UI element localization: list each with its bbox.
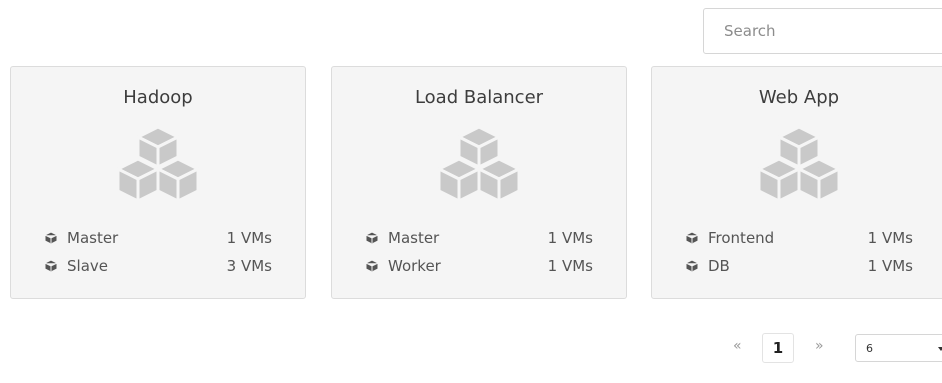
- role-name: Master: [67, 229, 119, 247]
- role-name: Master: [388, 229, 440, 247]
- pagination-next[interactable]: »: [815, 338, 824, 354]
- role-vm-count: 3 VMs: [226, 257, 272, 275]
- pagination-prev[interactable]: «: [733, 338, 742, 354]
- cube-icon: [685, 231, 699, 245]
- pagination-page-1[interactable]: 1: [762, 333, 794, 363]
- role-row: Slave 3 VMs: [44, 255, 272, 277]
- role-row: Worker 1 VMs: [365, 255, 593, 277]
- caret-down-icon: [938, 347, 942, 351]
- cube-icon: [365, 259, 379, 273]
- role-vm-count: 1 VMs: [547, 229, 593, 247]
- role-vm-count: 1 VMs: [547, 257, 593, 275]
- role-name: DB: [708, 257, 730, 275]
- cube-icon: [365, 231, 379, 245]
- template-card-web-app[interactable]: Web App Frontend 1 VMs DB 1 VMs: [651, 66, 942, 299]
- cube-icon: [685, 259, 699, 273]
- role-row: Frontend 1 VMs: [685, 227, 913, 249]
- cubes-icon: [437, 125, 521, 203]
- template-card-hadoop[interactable]: Hadoop Master 1 VMs Slave 3 VMs: [10, 66, 306, 299]
- role-row: Master 1 VMs: [44, 227, 272, 249]
- cube-icon: [44, 231, 58, 245]
- cubes-icon: [116, 125, 200, 203]
- cube-icon: [44, 259, 58, 273]
- templates-page: Hadoop Master 1 VMs: [0, 0, 942, 383]
- role-vm-count: 1 VMs: [867, 257, 913, 275]
- role-row: DB 1 VMs: [685, 255, 913, 277]
- search-input[interactable]: [703, 8, 942, 54]
- page-size-select[interactable]: 6: [855, 334, 942, 362]
- role-vm-count: 1 VMs: [867, 229, 913, 247]
- card-title: Hadoop: [123, 87, 193, 108]
- role-name: Worker: [388, 257, 441, 275]
- card-title: Load Balancer: [414, 87, 544, 108]
- card-title: Web App: [758, 87, 840, 108]
- role-vm-count: 1 VMs: [226, 229, 272, 247]
- template-card-load-balancer[interactable]: Load Balancer Master 1 VMs Worker 1 VMs: [331, 66, 627, 299]
- role-row: Master 1 VMs: [365, 227, 593, 249]
- cubes-icon: [757, 125, 841, 203]
- role-name: Frontend: [708, 229, 775, 247]
- role-name: Slave: [67, 257, 108, 275]
- page-size-value: 6: [866, 341, 873, 355]
